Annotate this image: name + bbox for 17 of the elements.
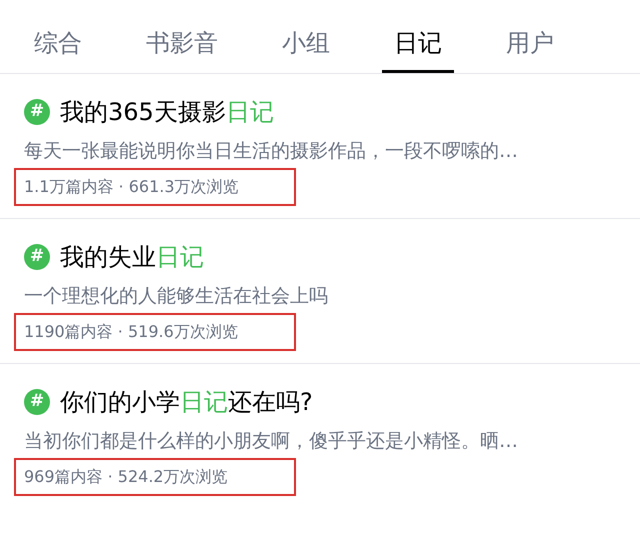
result-description: 一个理想化的人能够生活在社会上吗 — [24, 284, 329, 309]
result-title[interactable]: 我的失业日记 — [60, 241, 204, 273]
result-description: 当初你们都是什么样的小朋友啊，傻乎乎还是小精怪。晒… — [24, 429, 519, 454]
tab[interactable]: 书影音 — [134, 28, 230, 73]
hashtag-icon: # — [24, 389, 50, 415]
tab[interactable]: 综合 — [22, 28, 94, 73]
result-stats: 969篇内容 · 524.2万次浏览 — [24, 467, 228, 486]
tab[interactable]: 用户 — [494, 28, 566, 73]
result-title[interactable]: 我的365天摄影日记 — [60, 96, 274, 128]
tab[interactable]: 小组 — [270, 28, 342, 73]
result-stats: 1190篇内容 · 519.6万次浏览 — [24, 322, 238, 341]
result-stats: 1.1万篇内容 · 661.3万次浏览 — [24, 177, 239, 196]
tab[interactable]: 日记 — [382, 28, 454, 73]
hashtag-icon: # — [24, 244, 50, 270]
result-title[interactable]: 你们的小学日记还在吗? — [60, 386, 313, 418]
hashtag-icon: # — [24, 99, 50, 125]
result-description: 每天一张最能说明你当日生活的摄影作品，一段不啰嗦的… — [24, 139, 519, 164]
